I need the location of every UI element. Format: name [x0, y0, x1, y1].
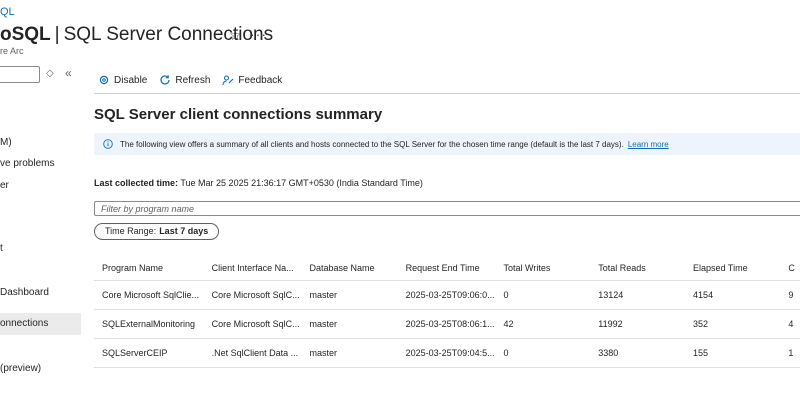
- refresh-button[interactable]: Refresh: [159, 74, 210, 86]
- table-cell: 11992: [590, 309, 686, 339]
- last-collected-time: Last collected time: Tue Mar 25 2025 21:…: [94, 178, 423, 188]
- table-cell: 4154: [685, 280, 781, 310]
- table-cell: master: [301, 338, 398, 368]
- more-icon[interactable]: ···: [250, 26, 267, 42]
- table-row[interactable]: SQLServerCEIP .Net SqlClient Data ... ma…: [94, 338, 800, 368]
- nav-item-connections[interactable]: onnections: [0, 313, 81, 335]
- column-header[interactable]: Total Writes: [495, 256, 591, 281]
- table-cell: 42: [495, 309, 591, 339]
- disable-button[interactable]: Disable: [98, 74, 147, 86]
- table-cell: 2025-03-25T09:04:5...: [397, 338, 496, 368]
- table-cell: 0: [495, 338, 591, 368]
- expand-collapse-icon[interactable]: ◇: [46, 68, 54, 79]
- column-header[interactable]: Client Interface Na...: [203, 256, 302, 281]
- toolbar: Disable Refresh Feedback: [98, 74, 282, 86]
- table-cell: Core Microsoft SqlC...: [203, 309, 302, 339]
- last-collected-label: Last collected time:: [94, 178, 179, 188]
- page-title-rest: SQL Server Connections: [63, 24, 274, 45]
- table-cell: 2025-03-25T08:06:1...: [397, 309, 496, 339]
- table-row[interactable]: SQLExternalMonitoring Core Microsoft Sql…: [94, 309, 800, 339]
- column-header[interactable]: Request End Time: [397, 256, 496, 281]
- breadcrumb[interactable]: QL: [0, 6, 15, 18]
- table-cell: 3380: [590, 338, 686, 368]
- table-cell: 352: [685, 309, 781, 339]
- info-text: The following view offers a summary of a…: [120, 139, 624, 149]
- page-subtitle: re Arc: [0, 46, 24, 56]
- column-header[interactable]: Database Name: [301, 256, 398, 281]
- table-cell: .Net SqlClient Data ...: [203, 338, 302, 368]
- nav-item-2[interactable]: ve problems: [0, 158, 54, 169]
- table-cell: Core Microsoft SqlClie...: [94, 280, 204, 310]
- nav-item-3[interactable]: er: [0, 180, 9, 191]
- table-cell: Core Microsoft SqlC...: [203, 280, 302, 310]
- column-header[interactable]: Elapsed Time: [685, 256, 781, 281]
- info-banner: The following view offers a summary of a…: [94, 133, 800, 155]
- nav-item-dashboard[interactable]: Dashboard: [0, 287, 49, 298]
- learn-more-link[interactable]: Learn more: [628, 140, 669, 149]
- table-row[interactable]: Core Microsoft SqlClie... Core Microsoft…: [94, 280, 800, 310]
- feedback-icon: [222, 75, 234, 86]
- time-range-button[interactable]: Time Range: Last 7 days: [94, 223, 220, 240]
- table-cell: 1: [780, 338, 800, 368]
- feedback-button[interactable]: Feedback: [222, 74, 282, 86]
- table-cell: SQLExternalMonitoring: [94, 309, 204, 339]
- table-cell: 2025-03-25T09:06:0...: [397, 280, 496, 310]
- nav-item-4[interactable]: t: [0, 243, 3, 254]
- gear-icon: [99, 75, 109, 85]
- feedback-label: Feedback: [238, 74, 283, 86]
- refresh-icon: [160, 75, 170, 85]
- table-cell: 13124: [590, 280, 686, 310]
- time-range-value: Last 7 days: [159, 226, 209, 236]
- column-header[interactable]: Program Name: [94, 256, 204, 281]
- table-header-row: Program Name Client Interface Na... Data…: [94, 256, 800, 281]
- title-separator: |: [54, 24, 60, 45]
- disable-label: Disable: [114, 74, 148, 86]
- table-cell: SQLServerCEIP: [94, 338, 204, 368]
- connections-table: Program Name Client Interface Na... Data…: [94, 256, 800, 368]
- table-cell: 9: [780, 280, 800, 310]
- table-cell: master: [301, 280, 398, 310]
- star-icon[interactable]: ☆: [229, 27, 242, 44]
- nav-item-preview[interactable]: (preview): [0, 363, 41, 374]
- section-heading: SQL Server client connections summary: [94, 106, 383, 123]
- table-cell: 4: [780, 309, 800, 339]
- info-icon: [103, 139, 113, 149]
- nav-item-1[interactable]: M): [0, 137, 12, 148]
- column-header[interactable]: C: [780, 256, 800, 281]
- column-header[interactable]: Total Reads: [590, 256, 686, 281]
- table-cell: 155: [685, 338, 781, 368]
- table-cell: master: [301, 309, 398, 339]
- table-cell: 0: [495, 280, 591, 310]
- page-title-bold: oSQL: [0, 24, 51, 45]
- refresh-label: Refresh: [175, 74, 211, 86]
- last-collected-value: Tue Mar 25 2025 21:36:17 GMT+0530 (India…: [180, 178, 423, 188]
- filter-input[interactable]: Filter by program name: [94, 201, 800, 216]
- time-range-label: Time Range:: [105, 226, 157, 236]
- collapse-nav-icon[interactable]: «: [65, 66, 72, 80]
- toolbar-divider: [94, 93, 800, 94]
- nav-search-input[interactable]: [0, 66, 40, 83]
